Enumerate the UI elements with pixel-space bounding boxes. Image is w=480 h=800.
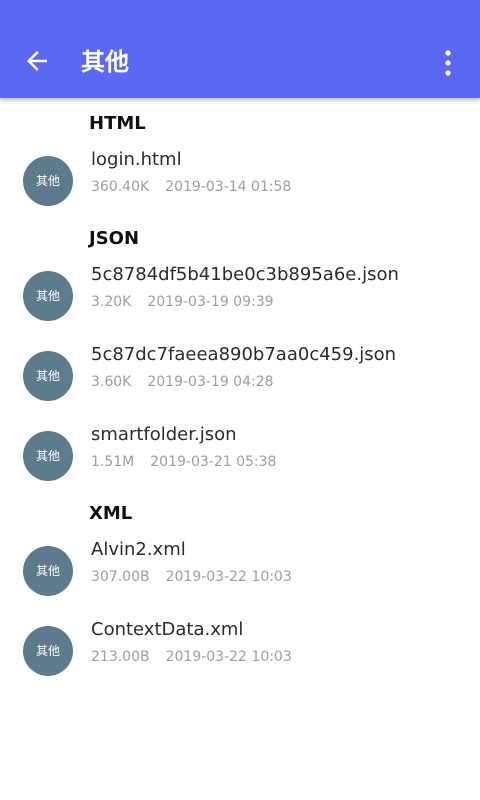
list-item[interactable]: 其他 Alvin2.xml 307.00B 2019-03-22 10:03 <box>0 530 480 610</box>
file-date: 2019-03-22 10:03 <box>165 649 292 665</box>
file-meta: 360.40K 2019-03-14 01:58 <box>91 177 291 197</box>
page-title: 其他 <box>81 48 129 76</box>
section-header-html: HTML <box>89 113 146 134</box>
file-size: 213.00B <box>91 649 150 665</box>
file-size: 1.51M <box>91 454 135 470</box>
file-meta: 1.51M 2019-03-21 05:38 <box>91 452 276 472</box>
file-name: 5c87dc7faeea890b7aa0c459.json <box>91 344 397 365</box>
file-date: 2019-03-19 09:39 <box>147 294 274 310</box>
file-name: 5c8784df5b41be0c3b895a6e.json <box>91 264 399 285</box>
file-date: 2019-03-19 04:28 <box>147 374 274 390</box>
arrow-left-icon[interactable] <box>22 46 52 76</box>
more-vertical-icon[interactable] <box>434 48 462 78</box>
file-type-avatar: 其他 <box>23 156 73 206</box>
list-item[interactable]: 其他 smartfolder.json 1.51M 2019-03-21 05:3… <box>0 415 480 495</box>
file-name: smartfolder.json <box>91 424 237 445</box>
file-date: 2019-03-22 10:03 <box>165 569 292 585</box>
file-meta: 3.60K 2019-03-19 04:28 <box>91 372 274 392</box>
list-item[interactable]: 其他 5c87dc7faeea890b7aa0c459.json 3.60K 20… <box>0 335 480 415</box>
file-date: 2019-03-21 05:38 <box>150 454 277 470</box>
section-header-xml: XML <box>89 503 133 524</box>
section-header-json: JSON <box>89 228 140 249</box>
file-meta: 213.00B 2019-03-22 10:03 <box>91 647 292 667</box>
file-size: 360.40K <box>91 179 150 195</box>
file-name: ContextData.xml <box>91 619 244 640</box>
file-meta: 307.00B 2019-03-22 10:03 <box>91 567 292 587</box>
file-list: HTML 其他 login.html 360.40K 2019-03-14 01:… <box>0 98 480 800</box>
file-size: 307.00B <box>91 569 150 585</box>
file-type-avatar: 其他 <box>23 431 73 481</box>
file-meta: 3.20K 2019-03-19 09:39 <box>91 292 274 312</box>
file-name: login.html <box>91 149 182 170</box>
file-name: Alvin2.xml <box>91 539 186 560</box>
file-type-avatar: 其他 <box>23 271 73 321</box>
file-size: 3.20K <box>91 294 132 310</box>
file-type-avatar: 其他 <box>23 351 73 401</box>
file-size: 3.60K <box>91 374 132 390</box>
file-type-avatar: 其他 <box>23 626 73 676</box>
list-item[interactable]: 其他 ContextData.xml 213.00B 2019-03-22 10:… <box>0 610 480 690</box>
list-item[interactable]: 其他 5c8784df5b41be0c3b895a6e.json 3.20K 20… <box>0 255 480 335</box>
list-item[interactable]: 其他 login.html 360.40K 2019-03-14 01:58 <box>0 140 480 220</box>
app-bar: 其他 <box>0 0 480 98</box>
file-date: 2019-03-14 01:58 <box>165 179 292 195</box>
file-type-avatar: 其他 <box>23 546 73 596</box>
